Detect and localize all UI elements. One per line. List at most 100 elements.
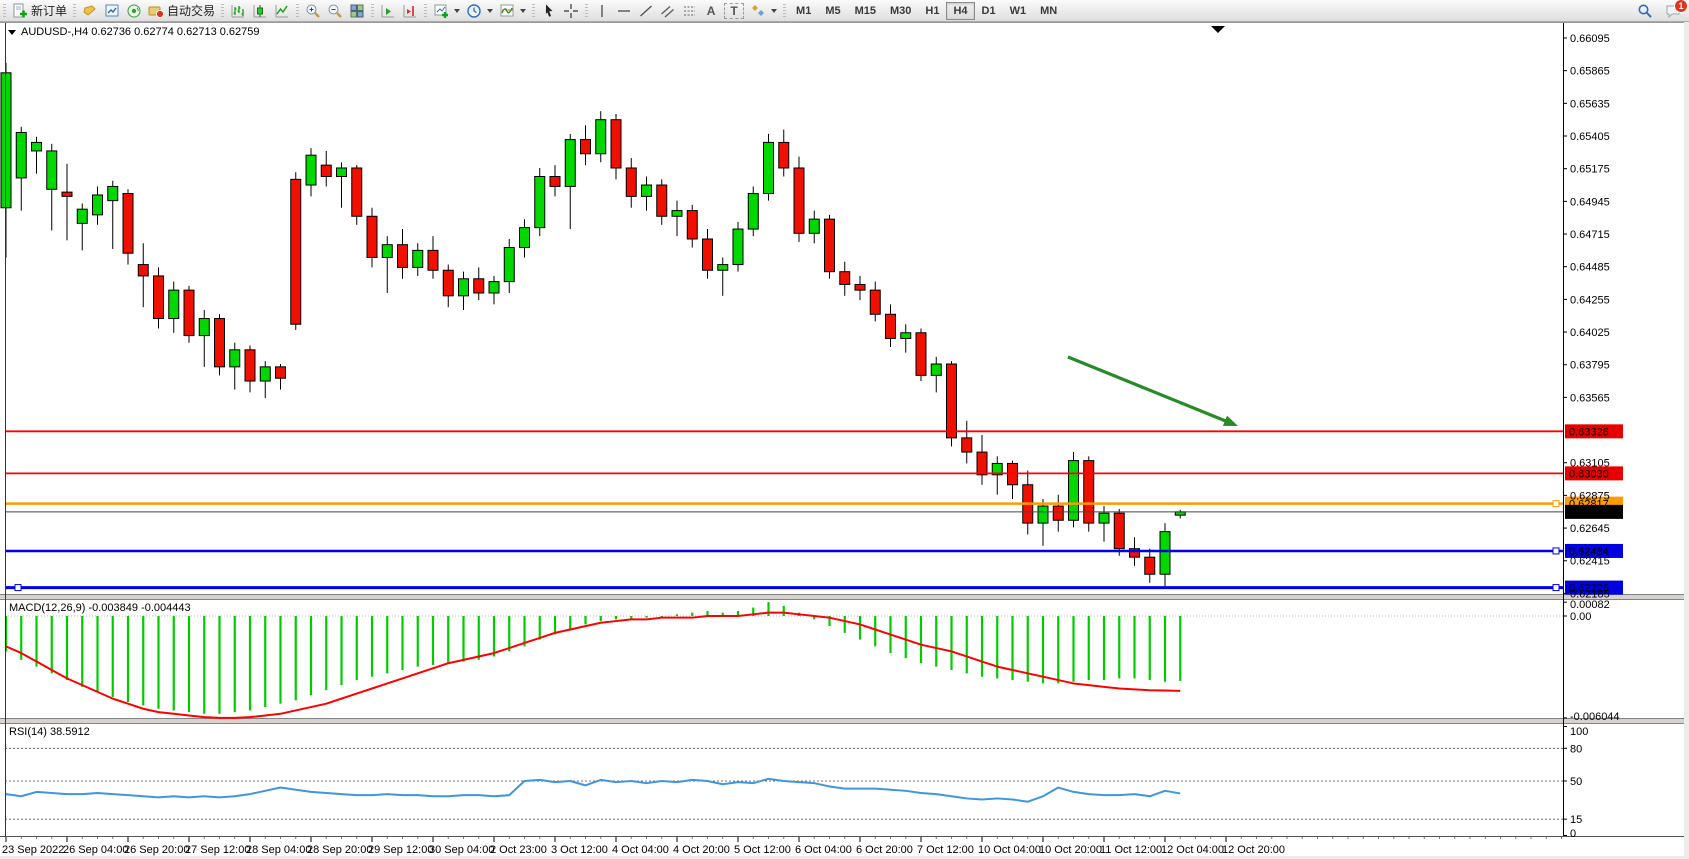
quotes-button[interactable] <box>79 1 101 20</box>
candle <box>154 276 164 319</box>
macd-histogram-bar <box>1103 616 1105 680</box>
macd-histogram-bar <box>844 616 846 633</box>
tab-timeframe-m1[interactable]: M1 <box>789 2 818 20</box>
trend-arrow-head[interactable] <box>1223 416 1238 426</box>
indicators-button[interactable] <box>496 1 529 20</box>
macd-histogram-bar <box>432 616 434 665</box>
candle <box>16 132 26 177</box>
time-axis-label: 26 Sep 04:00 <box>63 844 128 856</box>
macd-histogram-bar <box>295 616 297 700</box>
text-label-button[interactable]: T <box>721 1 747 20</box>
candle <box>93 195 103 215</box>
candle <box>626 168 636 196</box>
chart-shift-marker[interactable] <box>1211 26 1225 33</box>
zoom-out-button[interactable] <box>324 1 346 20</box>
candle <box>489 282 499 293</box>
macd-histogram-bar <box>767 602 769 616</box>
toolbar-grip <box>532 4 535 18</box>
bar-chart-button[interactable] <box>227 1 249 20</box>
tab-timeframe-h1[interactable]: H1 <box>918 2 946 20</box>
time-axis-label: 29 Sep 12:00 <box>368 844 433 856</box>
candle <box>215 319 225 367</box>
crosshair-button[interactable] <box>560 1 582 20</box>
candlestick-chart-button[interactable] <box>249 1 271 20</box>
tab-timeframe-mn[interactable]: MN <box>1033 2 1064 20</box>
time-axis-label: 12 Oct 04:00 <box>1161 844 1224 856</box>
time-axis-label: 26 Sep 20:00 <box>124 844 189 856</box>
rsi-indicator-label: RSI(14) 38.5912 <box>9 726 90 738</box>
cursor-button[interactable] <box>538 1 560 20</box>
panel-splitter[interactable] <box>0 719 1684 723</box>
candle <box>794 168 804 233</box>
macd-histogram-bar <box>539 616 541 640</box>
rsi-axis-label: 100 <box>1570 726 1588 738</box>
macd-histogram-bar <box>417 616 419 667</box>
tab-timeframe-m5[interactable]: M5 <box>818 2 847 20</box>
candle <box>77 209 87 223</box>
macd-axis-label: -0.006044 <box>1570 711 1620 723</box>
chat-icon[interactable]: 1 <box>1665 3 1681 19</box>
macd-histogram-bar <box>691 613 693 616</box>
trendline-button[interactable] <box>635 1 657 20</box>
chart-title-row[interactable]: AUDUSD-,H4 0.62736 0.62774 0.62713 0.627… <box>8 26 260 38</box>
candle <box>642 185 652 196</box>
price-axis-label: 0.62415 <box>1570 556 1610 568</box>
macd-indicator-label: MACD(12,26,9) -0.003849 -0.004443 <box>9 602 191 614</box>
tab-timeframe-w1[interactable]: W1 <box>1003 2 1034 20</box>
fibonacci-icon <box>682 3 698 19</box>
line-chart-button[interactable] <box>271 1 293 20</box>
new-order-button[interactable]: 新订单 <box>9 1 70 20</box>
candle <box>1053 506 1063 520</box>
macd-histogram-bar <box>356 616 358 680</box>
trend-arrow[interactable] <box>1068 357 1229 422</box>
tab-timeframe-h4[interactable]: H4 <box>946 2 974 20</box>
toolbar-grip <box>73 4 76 18</box>
zoom-in-button[interactable] <box>302 1 324 20</box>
channel-button[interactable] <box>657 1 679 20</box>
trendline-icon <box>638 3 654 19</box>
hline-handle[interactable] <box>1553 501 1559 507</box>
toolbar-grip <box>424 4 427 18</box>
market-watch-icon <box>104 3 120 19</box>
profiles-button[interactable] <box>463 1 496 20</box>
navigator-button[interactable] <box>123 1 145 20</box>
tab-timeframe-m30[interactable]: M30 <box>883 2 918 20</box>
autotrading-button[interactable]: 自动交易 <box>145 1 218 20</box>
horizontal-line-button[interactable] <box>613 1 635 20</box>
candle <box>901 333 911 339</box>
toolbar-grip <box>3 4 6 18</box>
macd-signal-line <box>6 613 1180 718</box>
shapes-button[interactable] <box>747 1 780 20</box>
toolbar: 新订单 自动交易 A T M1 M5 M15 M30 H1 H4 D1 W1 M… <box>0 0 1689 22</box>
search-icon[interactable] <box>1637 3 1653 19</box>
time-axis-label: 7 Oct 12:00 <box>917 844 974 856</box>
chart-shift-button[interactable] <box>399 1 421 20</box>
macd-histogram-bar <box>584 616 586 624</box>
candle <box>474 279 484 293</box>
tab-timeframe-d1[interactable]: D1 <box>975 2 1003 20</box>
new-chart-button[interactable] <box>430 1 463 20</box>
text-button[interactable]: A <box>701 1 721 20</box>
hline-handle[interactable] <box>1553 548 1559 554</box>
macd-histogram-bar <box>35 616 37 667</box>
vertical-line-button[interactable] <box>591 1 613 20</box>
market-watch-button[interactable] <box>101 1 123 20</box>
macd-histogram-bar <box>142 616 144 705</box>
price-tag-label: 0.62759 <box>1569 507 1609 519</box>
candle <box>672 211 682 217</box>
macd-histogram-bar <box>401 616 403 670</box>
hline-handle[interactable] <box>15 585 21 591</box>
candle <box>382 245 392 258</box>
panel-splitter[interactable] <box>0 595 1684 599</box>
chart-menu-icon[interactable] <box>8 30 16 35</box>
candle <box>1145 557 1155 574</box>
chart-canvas[interactable]: 0.633260.630300.628170.627590.624840.622… <box>0 0 1689 859</box>
new-chart-icon <box>433 3 449 19</box>
tile-windows-button[interactable] <box>346 1 368 20</box>
chart-forward-button[interactable] <box>377 1 399 20</box>
tab-timeframe-m15[interactable]: M15 <box>848 2 883 20</box>
hline-handle[interactable] <box>1553 585 1559 591</box>
fibonacci-button[interactable] <box>679 1 701 20</box>
candle <box>886 314 896 338</box>
macd-histogram-bar <box>569 616 571 629</box>
